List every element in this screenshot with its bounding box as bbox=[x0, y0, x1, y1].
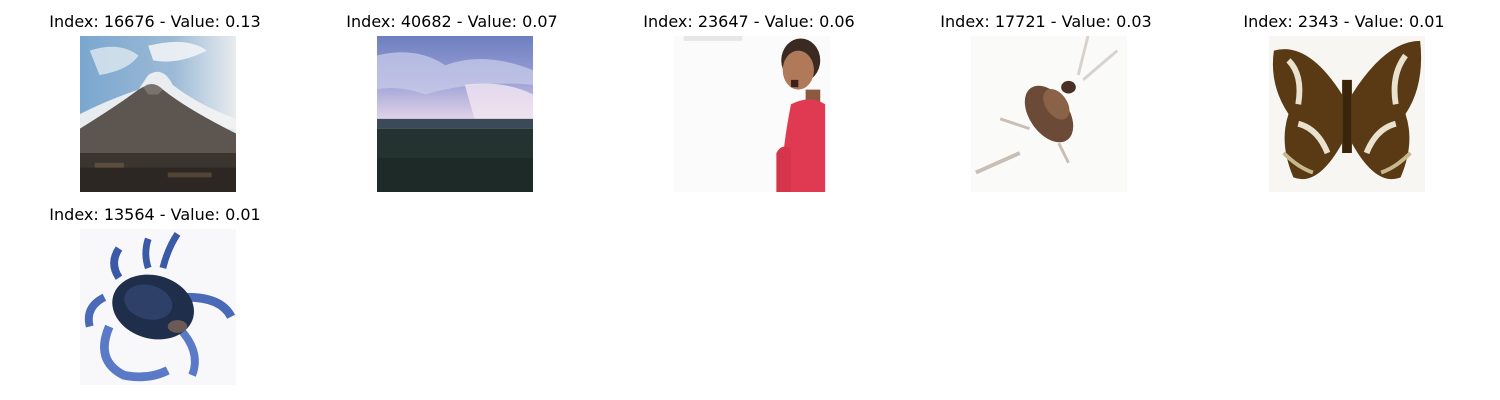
panel-title: Index: 2343 - Value: 0.01 bbox=[1243, 12, 1445, 31]
image-panel-3: Index: 23647 - Value: 0.06 bbox=[599, 12, 899, 202]
butterfly-image bbox=[1269, 36, 1425, 192]
image-panel-4: Index: 17721 - Value: 0.03 bbox=[896, 12, 1196, 202]
cockroach-image bbox=[971, 36, 1127, 192]
panel-title: Index: 23647 - Value: 0.06 bbox=[643, 12, 855, 31]
person-image bbox=[674, 36, 830, 192]
panel-title: Index: 40682 - Value: 0.07 bbox=[346, 12, 558, 31]
image-panel-1: Index: 16676 - Value: 0.13 bbox=[5, 12, 305, 202]
panel-title: Index: 13564 - Value: 0.01 bbox=[49, 205, 261, 224]
sky-field-image bbox=[377, 36, 533, 192]
panel-title: Index: 16676 - Value: 0.13 bbox=[49, 12, 261, 31]
panel-title: Index: 17721 - Value: 0.03 bbox=[940, 12, 1152, 31]
image-panel-6: Index: 13564 - Value: 0.01 bbox=[5, 205, 305, 395]
mountain-image bbox=[80, 36, 236, 192]
image-panel-2: Index: 40682 - Value: 0.07 bbox=[302, 12, 602, 202]
image-panel-5: Index: 2343 - Value: 0.01 bbox=[1194, 12, 1494, 202]
crab-image bbox=[80, 229, 236, 385]
